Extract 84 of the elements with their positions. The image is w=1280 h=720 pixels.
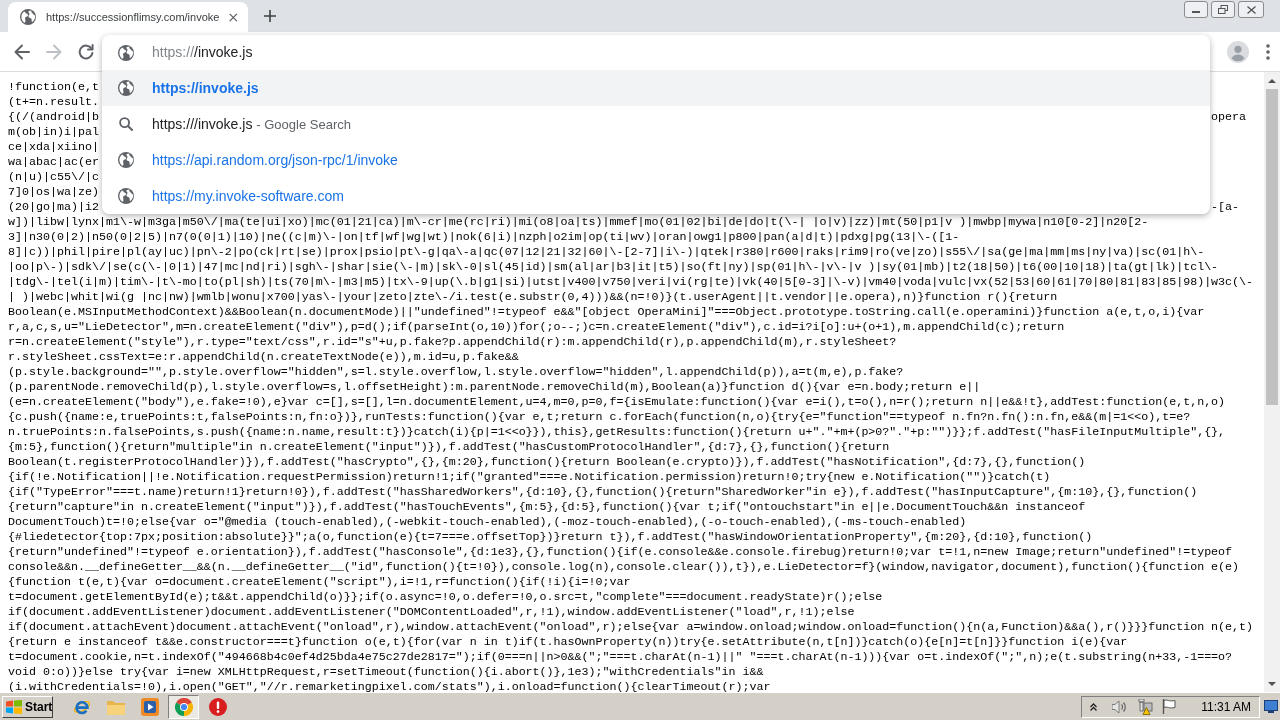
- close-icon: [1246, 5, 1256, 14]
- search-icon: [119, 117, 133, 131]
- code-line: {m:5},function(){return"multiple"in n.createElement("input")}),f.addTest("hasCustomProtocolHandler",{d:7},{},function(){return: [8, 440, 890, 455]
- code-line: opera: [1211, 110, 1246, 124]
- code-line: (20|go|ma)|i2: [8, 200, 99, 215]
- flag-icon[interactable]: [1162, 699, 1177, 714]
- code-line: {(/(android|b: [8, 110, 99, 125]
- globe-icon: [118, 44, 134, 61]
- code-line: 8]|c))|phil|pire|pl(ay|uc)|pn\-2|po(ck|rt|se)|prox|psio|pt\-g|qa\-a|qc(07|12|21|32|60|\-[2-7]|i\-)|qtek|r380|r600|raks|rim9|ro(ve|zo)|s55\/|sa(ge|ma|mm|ms|ny|va)|sc(01|h\-: [8, 245, 1205, 260]
- restore-button[interactable]: [1211, 1, 1235, 18]
- plug-warning-icon[interactable]: [1137, 698, 1154, 715]
- code-line: r.styleSheet.cssText=e:r.appendChild(n.createTextNode(e)),m.id=u,p.fake&&: [8, 350, 519, 365]
- code-line: w])|libw|lynx|m1\-w|m3ga|m50\/|ma(te|ui|xo)|mc(01|21|ca)|m\-cr|me(rc|ri)|mi(o8|oa|ts)|mmef|mo(01|02|bi|de|do|t(\-| |o|v)|zz)|mt(50|p1|v )|mwbp|mywa|n10[0-2]|n20[2-: [8, 215, 1149, 230]
- down-triangle-icon: [1268, 681, 1276, 686]
- globe-icon: [20, 9, 36, 25]
- code-line: !function(e,t: [8, 80, 99, 95]
- clock[interactable]: 11:31 AM: [1201, 697, 1251, 716]
- code-line: if(document.attachEvent)document.attachEvent("onload",r),window.attachEvent("onload",r);else{var a=window.onload;window.onload=function(){n(a,Function)&&a(),r()}}}function n(e,t): [8, 620, 1254, 635]
- code-line: (i.withCredentials=!0),i.open("GET","//r.remarketingpixel.com/stats"),i.onload=function(){clearTimeout(r);var: [8, 680, 771, 692]
- code-line: m(ob|in)i|pal: [8, 125, 99, 140]
- minimize-button[interactable]: [1184, 1, 1208, 18]
- code-line: |oo|p\-)|sdk\/|se(c(\-|0|1)|47|mc|nd|ri)|sgh\-|shar|sie(\-|m)|sk\-0|sl(45|id)|sm(al|ar|b3|it|t5)|so(ft|ny)|sp(01|h\-|v\-|v )|sy(01|mb)|t2(18|50)|t6(00|10|18)|ta(gt|lk)|tcl\-: [8, 260, 1219, 275]
- suggestion-item[interactable]: https://api.random.org/json-rpc/1/invoke: [102, 142, 1210, 178]
- code-line: (p.parentNode.removeChild(p),l.style.overflow=s,l.offsetHeight):m.parentNode.removeChild(m),Boolean(a)}function d(){var e=n.body;return e||: [8, 380, 981, 395]
- close-window-button[interactable]: [1238, 1, 1264, 18]
- code-line: {return"undefined"!=typeof e.orientation}),f.addTest("hasConsole",{d:1e3},{},function(){if(e.console&&e.console.firebug)return!0;var t=!1,n=new Image;return"undefined"!=typeof: [8, 545, 1233, 560]
- code-line: DocumentTouch)t=!0;else{var o="@media (touch-enabled),(-webkit-touch-enabled),(-moz-touch-enabled),(-o-touch-enabled),(-ms-touch-enabled): [8, 515, 967, 530]
- round-logo-icon: [174, 697, 193, 716]
- code-line: t=document.cookie,n=t.indexOf("494668b4c0ef4d25bda4e75c27de2817=");if(0===n||n>0&&(";"===t.charAt(n-1)||" "===t.charAt(n-1))){var o=t.indexOf(";",n);e(t.substring(n+33,-1===o?: [8, 650, 1233, 665]
- code-line: ce|xda|xiino|: [8, 140, 99, 155]
- folder-icon: [106, 698, 125, 715]
- browser-tab[interactable]: https://successionflimsy.com/invoke: [8, 2, 248, 32]
- code-line: t=document.getElementById(e);t&&t.appendChild(o)}};if(o.async=!0,o.defer=!0,o.src=t,"complete"===document.readyState)r();else: [8, 590, 883, 605]
- menu-icon[interactable]: [1266, 43, 1270, 60]
- code-line: {#liedetector{top:7px;position:absolute}}";a(o,function(e){t=7===e.offsetTop})}return t}),f.addTest("hasWindowOrientationProperty",{m:20},{d:10},function(): [8, 530, 1093, 545]
- address-field[interactable]: https:///invoke.js: [102, 35, 1210, 70]
- alert-icon: [208, 697, 227, 716]
- globe-icon: [118, 152, 134, 168]
- code-line: r,a,c,s,u="LieDetector",m=n.createElement("div"),p=d();if(parseInt(o,10))for(;o--;)c=n.createElement("div"),c.id=i?i[o]:u+(o+1),m.appendChild(c);return: [8, 320, 1065, 335]
- play-icon: [140, 697, 159, 716]
- code-line: console&&n.__defineGetter__&&(n.__defineGetter__("id",function(){t=!0}),console.log(n),console.clear()),t}),e.LieDetector=f}(window,navigator,document),function(){function e(e): [8, 560, 1240, 575]
- code-line: r=n.createElement("style"),r.type="text/css",r.id="s"+u,p.fake?p.appendChild(r):m.appendChild(r),p.appendChild(m),r.styleSheet?: [8, 335, 897, 350]
- close-icon[interactable]: [229, 12, 238, 22]
- code-line: (p.style.background="",p.style.overflow="hidden",s=l.style.overflow,l.style.overflow="hidden",l.appendChild(p)),a=t(m,e),p.fake?: [8, 365, 904, 380]
- code-line: {return e instanceof t&&e.constructor===t}function o(e,t){for(var n in t)if(t.hasOwnProperty(n))try{e.setAttribute(n,t[n])}catch(o){e[n]=t[n]}}function i(e){var: [8, 635, 1128, 650]
- code-line: Boolean(e.MSInputMethodContext)&&Boolean(n.documentMode)||"undefined"!=typeof e&&"[object OperaMini]"===Object.prototype.toString.call(e.operamini)}function a(e,t,o,i){var: [8, 305, 1205, 320]
- plus-icon[interactable]: [264, 10, 276, 22]
- scrollbar-thumb[interactable]: [1266, 89, 1278, 405]
- forward-arrow-icon: [46, 43, 62, 60]
- back-arrow-icon: [14, 43, 30, 60]
- profile-avatar-icon[interactable]: [1227, 40, 1249, 63]
- code-line: (n|u)|c55\/|c: [8, 170, 99, 185]
- code-line: {return"capture"in n.createElement("input")}),f.addTest("hasTouchEvents",{m:5},{d:5},function(){var t;if("ontouchstart"in e||e.DocumentTouch&&n instanceof: [8, 500, 1086, 515]
- code-line: if(document.addEventListener)document.addEventListener("DOMContentLoaded",r,!1),window.addEventListener("load",r,!1);else: [8, 605, 855, 620]
- minimize-icon: [1192, 11, 1200, 13]
- start-button[interactable]: Start: [2, 695, 53, 718]
- taskbar-button[interactable]: [168, 694, 199, 719]
- code-line: {function t(e,t){var o=document.createElement("script"),i=!1,r=function(){if(!i){i=!0;var: [8, 575, 631, 590]
- suggestion-item[interactable]: https:///invoke.js - Google Search: [102, 106, 1210, 142]
- code-line: |tdg\-|tel(i|m)|tim\-|t\-mo|to(pl|sh)|ts(70|m\-|m3|m5)|tx\-9|up(\.b|g1|si)|utst|v400|v750|veri|vi(rg|te)|vk(40|5[0-3]|\-v)|vm40|voda|vulc|vx(52|53|60|61|70|80|81|83|85|98)|w3c(\-: [8, 275, 1254, 290]
- code-line: {if(!e.Notification||!e.Notification.requestPermission)return!1;if("granted"===e.Notification.permission)return!0;try{new e.Notification("")}catch(t): [8, 470, 1051, 485]
- code-line: wa|abac|ac(er: [8, 155, 99, 170]
- code-line: 3]|n30(0|2)|n50(0|2|5)|n7(0(0|1)|10)|ne((c|m)\-|on|tf|wf|wg|wt)|nok(6|i)|nzph|o2im|op(ti|wv)|oran|owg1|p800|pan(a|d|t)|pdxg|pg(13|\-([1-: [8, 230, 960, 245]
- code-line: {if("TypeError"===t.name)return!1}return!0}),f.addTest("hasSharedWorkers",{d:10},{},function(){return"SharedWorker"in e}),f.addTest("hasInputCapture",{m:10},{},function(): [8, 485, 1198, 500]
- restore-icon: [1218, 5, 1228, 14]
- code-line: void 0:o))}else try{var i=new XMLHttpRequest,r=setTimeout(function(){i.abort()},1e3);"withCredentials"in i&&: [8, 665, 764, 680]
- suggestion-item[interactable]: https://invoke.js: [102, 70, 1210, 106]
- code-line: (t+=n.result.: [8, 95, 99, 110]
- code-line: Boolean(t.registerProtocolHandler)}),f.addTest("hasCrypto",{},{m:20},function(){return Boolean(e.crypto)}),f.addTest("hasNotification",{d:7},{},function(): [8, 455, 1086, 470]
- globe-icon: [118, 80, 134, 96]
- code-line: 7]0|os|wa|ze): [8, 185, 99, 200]
- code-line: | )|webc|whit|wi(g |nc|nw)|wmlb|wonu|x700|yas\-|your|zeto|zte\-/i.test(e.substr(0,4)))&&(n=!0)}(t.userAgent||t.vendor||e.opera),n)}function r(){return: [8, 290, 1058, 305]
- code-line: (e=n.createElement("body"),e.fake=!0),e}var c=[],s=[],l=n.documentElement,u=4,m=0,p=0,f={isEmulate:function(){var e=i(),t=o(),n=r();return n||e&&!t},addTest:function(e,t,n,o): [8, 395, 1226, 410]
- double-chevron-up-icon[interactable]: [1090, 702, 1098, 711]
- code-line: {c.push({name:e,truePoints:t,falsePoints:n,fn:o})},runTests:function(){var e,t;return c.forEach(function(n,o){try{e="function"==typeof n.fn?n.fn():n.fn,e&&(m|=1<<o),t=e?: [8, 410, 1191, 425]
- speaker-icon[interactable]: [1112, 699, 1129, 714]
- windows-flag-icon: [6, 699, 22, 714]
- code-line: -[a-: [1211, 200, 1239, 214]
- up-triangle-icon: [1268, 78, 1276, 83]
- reload-icon: [78, 43, 94, 60]
- monitor-icon[interactable]: [1264, 700, 1278, 713]
- globe-icon: [118, 188, 134, 204]
- code-line: n.truePoints:n.falsePoints,s.push({name:n.name,result:t})}catch(i){p|=1<<o}}),this},getResults:function(){return u+"."+m+(p>0?"."+p:"")}};f.addTest("hasFileInputMultiple",{},: [8, 425, 1226, 440]
- suggestion-item[interactable]: https://my.invoke-software.com: [102, 178, 1210, 214]
